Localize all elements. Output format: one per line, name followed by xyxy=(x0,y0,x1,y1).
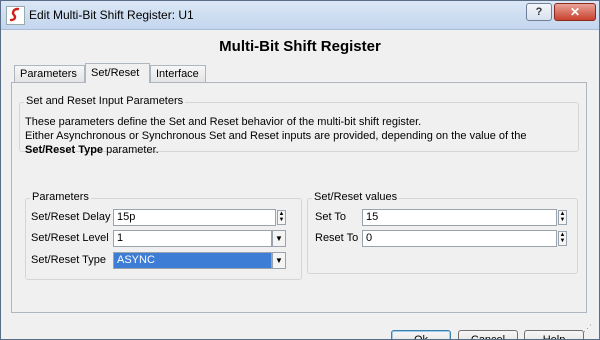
cancel-button[interactable]: Cancel xyxy=(458,330,518,339)
info-line-2: Either Asynchronous or Synchronous Set a… xyxy=(25,130,527,156)
level-select[interactable]: 1 xyxy=(113,230,272,247)
resize-grip-icon[interactable]: ⋰ xyxy=(583,323,595,335)
reset-to-input[interactable]: 0 xyxy=(362,230,557,247)
set-to-label: Set To xyxy=(315,211,346,223)
set-reset-values-group: Set/Reset values Set To 15 ▲ ▼ Reset To 0… xyxy=(307,191,578,274)
title-bar: Edit Multi-Bit Shift Register: U1 ? ✕ xyxy=(1,1,599,30)
delay-label: Set/Reset Delay xyxy=(31,211,111,223)
parameters-group-title: Parameters xyxy=(30,191,91,203)
dialog-body: Multi-Bit Shift Register Parameters Set/… xyxy=(5,30,595,339)
tab-interface[interactable]: Interface xyxy=(150,65,206,82)
title-help-button[interactable]: ? xyxy=(526,3,552,21)
tab-panel: Set and Reset Input Parameters These par… xyxy=(11,82,587,313)
dialog-window: Edit Multi-Bit Shift Register: U1 ? ✕ Mu… xyxy=(0,0,600,340)
app-logo-icon xyxy=(6,6,25,25)
info-group: Set and Reset Input Parameters These par… xyxy=(19,95,579,156)
chevron-down-icon[interactable]: ▼ xyxy=(272,230,286,247)
type-label: Set/Reset Type xyxy=(31,254,107,266)
delay-input[interactable]: 15p xyxy=(113,209,276,226)
set-to-input[interactable]: 15 xyxy=(362,209,557,226)
set-to-spinner[interactable]: ▲ ▼ xyxy=(558,210,567,225)
chevron-down-icon[interactable]: ▼ xyxy=(272,252,286,269)
set-reset-values-title: Set/Reset values xyxy=(312,191,400,203)
help-button[interactable]: Help xyxy=(524,330,584,339)
close-icon: ✕ xyxy=(569,5,581,19)
tab-parameters[interactable]: Parameters xyxy=(14,65,85,82)
window-title: Edit Multi-Bit Shift Register: U1 xyxy=(29,8,194,22)
parameters-group: Parameters Set/Reset Delay 15p ▲ ▼ Set/Re… xyxy=(25,191,302,280)
reset-to-spinner[interactable]: ▲ ▼ xyxy=(558,231,567,246)
level-label: Set/Reset Level xyxy=(31,232,109,244)
info-description: These parameters define the Set and Rese… xyxy=(25,115,555,157)
info-group-title: Set and Reset Input Parameters xyxy=(24,95,186,107)
ok-button[interactable]: Ok xyxy=(391,330,451,339)
delay-spinner[interactable]: ▲ ▼ xyxy=(277,210,286,225)
dialog-heading: Multi-Bit Shift Register xyxy=(219,38,381,55)
help-icon: ? xyxy=(535,6,543,18)
info-line-1: These parameters define the Set and Rese… xyxy=(25,116,422,128)
type-select[interactable]: ASYNC xyxy=(113,252,272,269)
tab-set-reset[interactable]: Set/Reset xyxy=(85,63,150,83)
reset-to-label: Reset To xyxy=(315,232,359,244)
title-close-button[interactable]: ✕ xyxy=(554,3,596,21)
